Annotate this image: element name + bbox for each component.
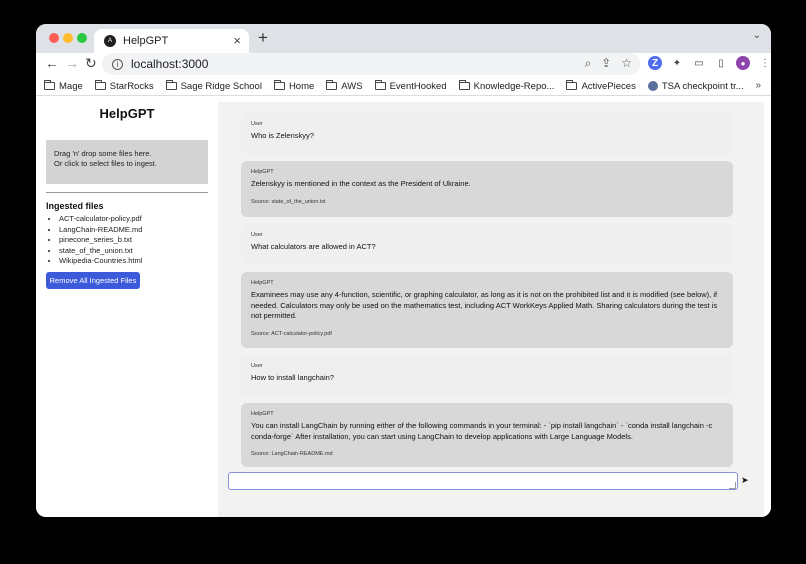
zoom-extension-icon[interactable]: Z bbox=[648, 56, 662, 70]
folder-icon bbox=[458, 80, 470, 90]
list-item: state_of_the_union.txt bbox=[59, 246, 142, 257]
message-role: HelpGPT bbox=[251, 411, 274, 417]
cast-icon[interactable]: ▭ bbox=[692, 56, 706, 70]
message-text: Examinees may use any 4-function, scient… bbox=[251, 290, 718, 320]
chat-message-user: User How to install langchain? bbox=[241, 355, 733, 396]
bookmark-aws[interactable]: AWS bbox=[326, 80, 363, 92]
chat-message-user: User What calculators are allowed in ACT… bbox=[241, 224, 733, 265]
chat-message-assistant: HelpGPT You can install LangChain by run… bbox=[241, 403, 733, 467]
chat-message-assistant: HelpGPT Zelenskyy is mentioned in the co… bbox=[241, 161, 733, 217]
bookmark-label: TSA checkpoint tr... bbox=[661, 80, 744, 92]
list-item: Wikipedia-Countries.html bbox=[59, 256, 142, 267]
app-page: HelpGPT Drag 'n' drop some files here. O… bbox=[36, 96, 771, 517]
folder-icon bbox=[326, 80, 338, 90]
folder-icon bbox=[94, 80, 106, 90]
folder-icon bbox=[374, 80, 386, 90]
bookmark-eventhooked[interactable]: EventHooked bbox=[374, 80, 447, 92]
back-arrow-icon[interactable]: ← bbox=[45, 55, 59, 71]
bookmark-label: Mage bbox=[59, 80, 83, 92]
url-text: localhost:3000 bbox=[131, 57, 209, 71]
browser-menu-icon[interactable]: ⋮ bbox=[758, 56, 771, 70]
new-tab-button[interactable]: + bbox=[258, 28, 268, 48]
message-text: What calculators are allowed in ACT? bbox=[251, 242, 376, 251]
close-window-button[interactable] bbox=[49, 33, 59, 43]
list-item: pinecone_series_b.txt bbox=[59, 235, 142, 246]
dropzone-text-line2: Or click to select files to ingest. bbox=[54, 159, 157, 168]
ingested-file-list: ACT-calculator-policy.pdf LangChain-READ… bbox=[59, 214, 142, 267]
bookmark-sage-ridge-school[interactable]: Sage Ridge School bbox=[165, 80, 262, 92]
message-role: User bbox=[251, 121, 263, 127]
bookmark-label: EventHooked bbox=[389, 80, 447, 92]
bookmark-knowledge-repo[interactable]: Knowledge-Repo... bbox=[458, 80, 555, 92]
list-item: LangChain-README.md bbox=[59, 225, 142, 236]
remove-all-files-button[interactable]: Remove All Ingested Files bbox=[46, 272, 140, 289]
reload-icon[interactable]: ↻ bbox=[85, 55, 97, 72]
bookmark-label: AWS bbox=[341, 80, 363, 92]
more-bookmarks-icon[interactable]: » bbox=[755, 80, 761, 91]
message-role: User bbox=[251, 363, 263, 369]
share-icon[interactable]: ⇪ bbox=[601, 56, 611, 71]
bookmark-label: Knowledge-Repo... bbox=[473, 80, 555, 92]
bookmark-tsa-checkpoint[interactable]: TSA checkpoint tr... bbox=[647, 80, 744, 92]
maximize-window-button[interactable] bbox=[77, 33, 87, 43]
tsa-favicon-icon bbox=[647, 81, 658, 91]
site-info-icon[interactable]: i bbox=[112, 58, 123, 70]
tab-helpgpt[interactable]: A HelpGPT × bbox=[94, 29, 249, 53]
folder-icon bbox=[44, 80, 55, 90]
folder-icon bbox=[165, 80, 177, 90]
bookmark-mage[interactable]: Mage bbox=[44, 80, 83, 92]
file-dropzone[interactable]: Drag 'n' drop some files here. Or click … bbox=[46, 140, 208, 184]
sidebar: HelpGPT Drag 'n' drop some files here. O… bbox=[36, 96, 218, 517]
app-title: HelpGPT bbox=[99, 106, 155, 121]
send-icon[interactable]: ➤ bbox=[741, 475, 749, 486]
profile-avatar-icon[interactable]: ● bbox=[736, 56, 750, 70]
chat-input[interactable] bbox=[228, 472, 738, 490]
search-icon[interactable]: ⌕ bbox=[584, 56, 591, 71]
message-text: Who is Zelenskyy? bbox=[251, 131, 314, 140]
folder-icon bbox=[273, 80, 285, 90]
bookmark-label: Home bbox=[288, 80, 315, 92]
ingested-files-heading: Ingested files bbox=[46, 201, 104, 211]
message-source: Source: state_of_the_union.txt bbox=[251, 198, 326, 205]
chat-message-assistant: HelpGPT Examinees may use any 4-function… bbox=[241, 272, 733, 348]
bookmark-label: ActivePieces bbox=[581, 80, 636, 92]
sidebar-divider bbox=[46, 192, 208, 193]
browser-toolbar: ← → ↻ i localhost:3000 ⌕ ⇪ ☆ Z ✦ ▭ ▯ ● ⋮ bbox=[36, 53, 771, 77]
message-text: How to install langchain? bbox=[251, 373, 334, 382]
side-panel-icon[interactable]: ▯ bbox=[714, 56, 728, 70]
bookmark-star-icon[interactable]: ☆ bbox=[621, 56, 632, 71]
extensions-puzzle-icon[interactable]: ✦ bbox=[670, 56, 684, 70]
message-role: HelpGPT bbox=[251, 280, 274, 286]
chat-message-user: User Who is Zelenskyy? bbox=[241, 113, 733, 154]
folder-icon bbox=[566, 80, 578, 90]
tab-title: HelpGPT bbox=[123, 35, 169, 47]
bookmark-activepieces[interactable]: ActivePieces bbox=[566, 80, 636, 92]
browser-window: A HelpGPT × + ⌄ ← → ↻ i localhost:3000 ⌕… bbox=[36, 24, 771, 517]
tab-close-icon[interactable]: × bbox=[233, 33, 241, 48]
message-source: Source: ACT-calculator-policy.pdf bbox=[251, 330, 332, 337]
dropzone-text-line1: Drag 'n' drop some files here. bbox=[54, 149, 152, 158]
bookmarks-bar: Mage StarRocks Sage Ridge School Home AW… bbox=[36, 77, 771, 96]
bookmark-label: Sage Ridge School bbox=[180, 80, 262, 92]
message-text: You can install LangChain by running eit… bbox=[251, 421, 713, 441]
bookmark-label: StarRocks bbox=[109, 80, 154, 92]
message-text: Zelenskyy is mentioned in the context as… bbox=[251, 179, 471, 188]
list-item: ACT-calculator-policy.pdf bbox=[59, 214, 142, 225]
chat-area: User Who is Zelenskyy? HelpGPT Zelenskyy… bbox=[218, 102, 764, 517]
minimize-window-button[interactable] bbox=[63, 33, 73, 43]
tab-favicon-icon: A bbox=[104, 35, 116, 47]
resize-handle-icon[interactable] bbox=[729, 482, 736, 489]
tab-search-chevron-icon[interactable]: ⌄ bbox=[753, 30, 761, 41]
message-role: HelpGPT bbox=[251, 169, 274, 175]
tab-strip: A HelpGPT × + ⌄ bbox=[36, 24, 771, 53]
forward-arrow-icon[interactable]: → bbox=[65, 55, 79, 71]
message-source: Source: LangChain-README.md bbox=[251, 451, 333, 457]
address-bar[interactable]: i localhost:3000 ⌕ ⇪ ☆ bbox=[102, 53, 640, 75]
message-role: User bbox=[251, 232, 263, 238]
bookmark-starrocks[interactable]: StarRocks bbox=[94, 80, 154, 92]
bookmark-home[interactable]: Home bbox=[273, 80, 315, 92]
